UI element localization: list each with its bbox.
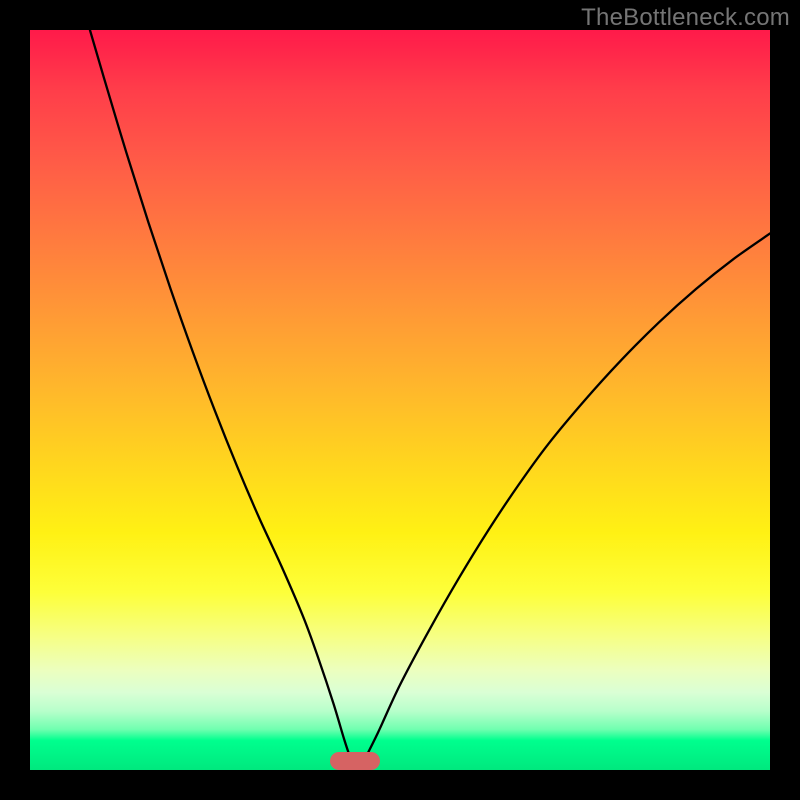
- plot-area: [30, 30, 770, 770]
- minimum-marker: [330, 752, 380, 770]
- bottleneck-curve: [30, 30, 770, 770]
- watermark-text: TheBottleneck.com: [581, 4, 790, 32]
- chart-frame: TheBottleneck.com: [0, 0, 800, 800]
